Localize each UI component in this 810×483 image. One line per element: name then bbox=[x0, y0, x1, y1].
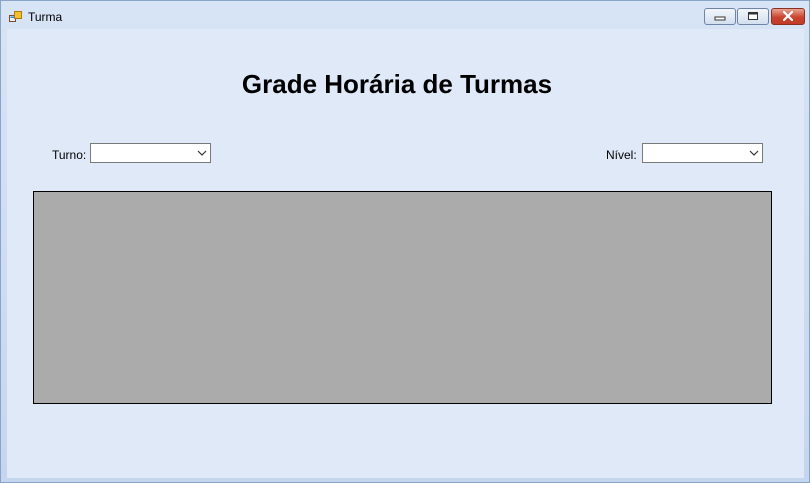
form-client-area: Grade Horária de Turmas Turno: Nível: bbox=[7, 29, 804, 478]
minimize-button[interactable] bbox=[704, 8, 736, 25]
nivel-combobox[interactable] bbox=[642, 143, 763, 163]
turno-label: Turno: bbox=[52, 148, 87, 162]
chevron-down-icon bbox=[749, 150, 759, 156]
minimize-icon bbox=[714, 16, 726, 21]
close-button[interactable] bbox=[771, 8, 805, 25]
window-title: Turma bbox=[28, 10, 63, 24]
nivel-label: Nível: bbox=[606, 148, 637, 162]
turma-window: Turma Grade Horária de Turmas Turno: Nív… bbox=[0, 0, 810, 483]
chevron-down-icon bbox=[197, 150, 207, 156]
schedule-data-grid[interactable] bbox=[33, 191, 772, 404]
close-icon bbox=[782, 10, 794, 22]
page-title: Grade Horária de Turmas bbox=[241, 69, 553, 99]
form-window-icon bbox=[9, 10, 22, 22]
maximize-button[interactable] bbox=[737, 8, 769, 25]
turno-combobox[interactable] bbox=[90, 143, 211, 163]
maximize-icon bbox=[748, 12, 758, 20]
title-bar[interactable]: Turma bbox=[1, 1, 809, 29]
